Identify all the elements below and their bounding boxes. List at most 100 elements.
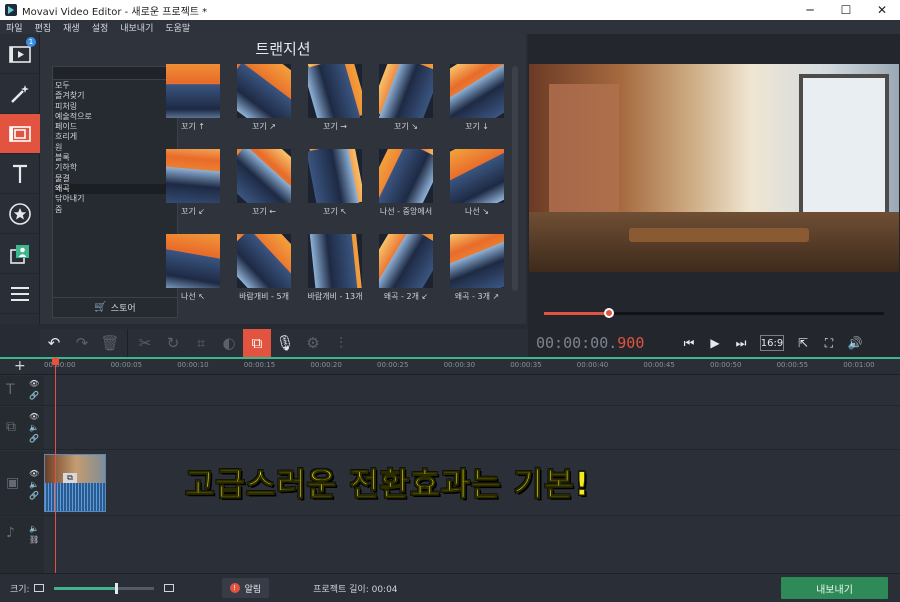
video-clip[interactable]: ⧉ — [44, 454, 106, 512]
menu-export[interactable]: 내보내기 — [120, 21, 153, 34]
video-track-icon: ▣ — [6, 475, 20, 491]
category-geometric[interactable]: 기하학 — [55, 163, 175, 173]
zoom-in-icon[interactable] — [163, 584, 174, 592]
mute-icon[interactable]: 🔈 — [29, 480, 39, 489]
category-fade[interactable]: 페이드 — [55, 122, 175, 132]
transition-item[interactable]: 꼬기 ← — [229, 149, 299, 231]
title-track[interactable]: T 👁 🔗 — [0, 376, 900, 406]
category-distortion[interactable]: 왜곡 — [55, 183, 175, 195]
notifications-button[interactable]: ! 알림 — [221, 578, 270, 598]
transition-item[interactable]: 왜곡 - 3개 ↗ — [442, 234, 512, 316]
audio-equalizer-button[interactable]: ⫶ — [327, 329, 355, 357]
ruler-tick-label: 00:01:00 — [843, 361, 875, 369]
skip-forward-button[interactable]: ⏭ — [728, 331, 754, 355]
transitions-panel: 트랜지션 ✕ 모두 즐겨찾기 피처링 예술적으로 페이드 흐리게 원 블록 기하… — [40, 34, 526, 324]
link-icon[interactable]: 🔗 — [29, 434, 39, 443]
tool-callouts[interactable] — [0, 234, 40, 274]
video-track[interactable]: ▣ 👁 🔈 🔗 ⧉ — [0, 451, 900, 516]
menu-help[interactable]: 도움말 — [165, 21, 190, 34]
transition-marker-icon[interactable]: ⧉ — [63, 473, 77, 483]
transition-item[interactable]: 꼬기 ↓ — [442, 64, 512, 146]
zoom-slider[interactable] — [53, 582, 154, 594]
skip-back-button[interactable]: ⏮ — [676, 331, 702, 355]
color-adjust-button[interactable]: ◐ — [215, 329, 243, 357]
tool-stickers[interactable] — [0, 194, 40, 234]
transition-item[interactable]: 꼬기 ↑ — [158, 64, 228, 146]
visibility-icon[interactable]: 👁 — [29, 379, 39, 388]
volume-button[interactable]: 🔊 — [842, 331, 868, 355]
mute-icon[interactable]: 🔈 — [29, 423, 39, 432]
transition-item[interactable]: 바람개비 - 13개 — [300, 234, 370, 316]
menu-edit[interactable]: 편집 — [35, 21, 52, 34]
cut-button[interactable]: ✂ — [131, 329, 159, 357]
rotate-button[interactable]: ↻ — [159, 329, 187, 357]
time-ruler[interactable]: + 00:00:00 00:00:05 00:00:10 00:00:15 00:00:… — [0, 357, 900, 375]
panel-scrollbar[interactable] — [512, 66, 518, 291]
redo-button[interactable]: ↷ — [68, 329, 96, 357]
zoom-out-icon[interactable] — [33, 584, 44, 592]
category-favorites[interactable]: 즐겨찾기 — [55, 91, 175, 101]
status-bar: 크기: ! 알림 프로젝트 길이: 00:04 내보내기 — [0, 573, 900, 602]
tool-filters[interactable] — [0, 74, 40, 114]
clip-properties-button[interactable]: ⚙ — [299, 329, 327, 357]
transition-item[interactable]: 꼬기 ↗ — [229, 64, 299, 146]
aspect-ratio-button[interactable]: 16:9 — [760, 335, 784, 351]
tool-titles[interactable] — [0, 154, 40, 194]
category-featured[interactable]: 피처링 — [55, 102, 175, 112]
overlay-track[interactable]: ⧉ 👁 🔈 🔗 고급스러운 전환효과는 기본! — [0, 407, 900, 504]
visibility-icon[interactable]: 👁 — [29, 412, 39, 421]
unlink-icon[interactable]: ⛓ — [29, 535, 39, 544]
transition-item[interactable]: 바람개비 - 5개 — [229, 234, 299, 316]
playhead[interactable] — [55, 357, 56, 573]
menu-file[interactable]: 파일 — [6, 21, 23, 34]
menu-settings[interactable]: 설정 — [92, 21, 109, 34]
tool-more[interactable] — [0, 274, 40, 314]
zoom-knob[interactable] — [114, 582, 118, 594]
seek-bar[interactable] — [544, 308, 884, 318]
maximize-button[interactable]: ☐ — [828, 0, 864, 20]
fullscreen-button[interactable]: ⛶ — [816, 331, 842, 355]
transitions-grid: 꼬기 ↑ 꼬기 ↗ 꼬기 → 꼬기 ↘ 꼬기 ↓ 꼬기 ↙ 꼬기 ← 꼬기 ↖ 나선 - 중앙에… — [158, 64, 518, 319]
record-audio-button[interactable]: 🎙 — [271, 329, 299, 357]
transition-item[interactable]: 꼬기 ↙ — [158, 149, 228, 231]
transition-item[interactable]: 왜곡 - 2개 ↙ — [371, 234, 441, 316]
link-icon[interactable]: 🔗 — [29, 491, 39, 500]
category-zoom[interactable]: 줌 — [55, 205, 175, 215]
transition-item[interactable]: 나선 ↘ — [442, 149, 512, 231]
transition-item[interactable]: 나선 ↖ — [158, 234, 228, 316]
detach-preview-button[interactable]: ⇱ — [790, 331, 816, 355]
transition-wizard-button[interactable]: ⧉ — [243, 329, 271, 357]
transition-item[interactable]: 꼬기 ↖ — [300, 149, 370, 231]
delete-button[interactable]: 🗑 — [96, 329, 124, 357]
category-blur[interactable]: 흐리게 — [55, 132, 175, 142]
tool-transitions[interactable] — [0, 114, 40, 154]
undo-button[interactable]: ↶ — [40, 329, 68, 357]
size-label: 크기: — [10, 584, 30, 595]
list-icon — [11, 286, 29, 301]
audio-track[interactable]: ♪ 🔈 ⛓ — [0, 517, 900, 573]
category-blocks[interactable]: 블록 — [55, 153, 175, 163]
close-button[interactable]: ✕ — [864, 0, 900, 20]
export-button[interactable]: 내보내기 — [781, 577, 888, 599]
category-wipe[interactable]: 닦아내기 — [55, 194, 175, 204]
menu-playback[interactable]: 재생 — [63, 21, 80, 34]
tool-import[interactable]: 1 — [0, 34, 40, 74]
add-track-icon[interactable]: + — [14, 358, 26, 374]
minimize-button[interactable]: ─ — [792, 0, 828, 20]
seek-knob[interactable] — [603, 308, 614, 318]
mute-icon[interactable]: 🔈 — [29, 524, 39, 533]
playhead-handle[interactable] — [52, 358, 59, 365]
crop-button[interactable]: ⌗ — [187, 329, 215, 357]
play-button[interactable]: ▶ — [702, 331, 728, 355]
visibility-icon[interactable]: 👁 — [29, 469, 39, 478]
category-circle[interactable]: 원 — [55, 143, 175, 153]
menu-bar: 파일 편집 재생 설정 내보내기 도움말 — [0, 20, 900, 34]
ruler-tick-label: 00:00:20 — [310, 361, 342, 369]
transition-item[interactable]: 꼬기 ↘ — [371, 64, 441, 146]
link-icon[interactable]: 🔗 — [29, 391, 39, 400]
category-wave[interactable]: 물결 — [55, 174, 175, 184]
transition-item[interactable]: 나선 - 중앙에서 — [371, 149, 441, 231]
transition-item[interactable]: 꼬기 → — [300, 64, 370, 146]
category-artistic[interactable]: 예술적으로 — [55, 112, 175, 122]
category-all[interactable]: 모두 — [55, 81, 175, 91]
